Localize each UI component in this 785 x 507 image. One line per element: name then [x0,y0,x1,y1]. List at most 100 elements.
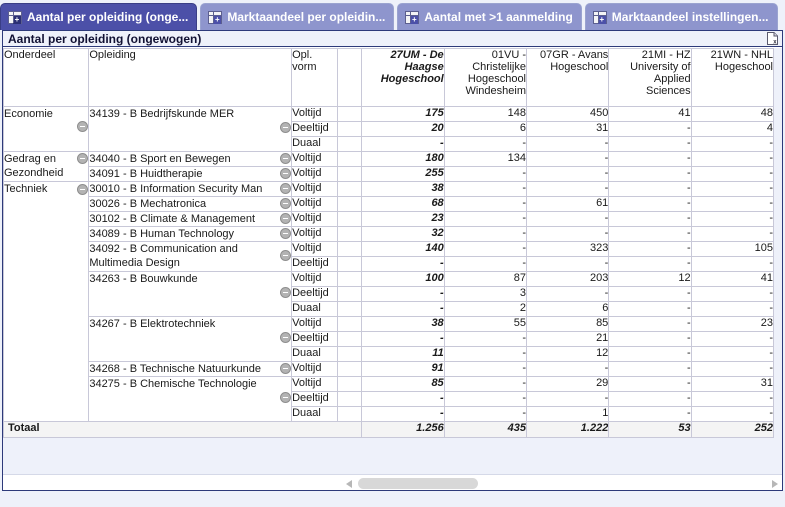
column-header-institution-3[interactable]: 21MI - HZ University of Applied Sciences [608,48,692,107]
tab-0[interactable]: + Aantal per opleiding (onge... [0,3,198,30]
collapse-minus-icon[interactable] [77,121,88,132]
total-value: 53 [608,421,692,438]
cell-value: - [608,391,692,407]
cell-opleiding: 30010 - B Information Security Man [88,181,293,197]
cell-value: - [443,391,528,407]
table-row: Techniek 30010 - B Information Security M… [3,181,775,422]
tab-label: Marktaandeel per opleidin... [227,10,386,24]
cell-value: - [690,361,775,377]
cell-value: 3 [443,286,528,302]
collapse-minus-icon[interactable] [280,287,291,298]
cell-spacer [337,406,363,422]
cell-spacer [337,331,363,347]
tab-3[interactable]: + Marktaandeel instellingen... [584,3,778,30]
arrow-left-icon[interactable] [346,479,352,488]
collapse-minus-icon[interactable] [280,363,291,374]
collapse-minus-icon[interactable] [77,153,88,164]
plus-badge-icon: + [410,14,419,24]
cell-value: 180 [361,151,445,167]
cell-value: - [361,391,445,407]
collapse-minus-icon[interactable] [280,228,291,239]
column-header-onderdeel[interactable]: Onderdeel [3,48,90,107]
cell-value: 11 [361,346,445,362]
cell-value: 140 [361,241,445,257]
table-row: Economie 34139 - B Bedrijfskunde MER Volti… [3,106,775,152]
total-label: Totaal [3,421,363,438]
table-body: Economie 34139 - B Bedrijfskunde MER Volti… [3,106,775,422]
column-header-institution-1[interactable]: 01VU - Christelijke Hogeschool Windeshei… [443,48,528,107]
collapse-minus-icon[interactable] [77,184,88,195]
cell-value: - [525,286,610,302]
cell-value: - [690,406,775,422]
cell-value: - [690,181,775,197]
opleiding-label: 34089 - B Human Technology [89,228,235,240]
cell-value: 31 [525,121,610,137]
cell-value: - [443,406,528,422]
export-document-icon[interactable]: x [767,32,778,46]
collapse-minus-icon[interactable] [280,392,291,403]
cell-value: - [690,346,775,362]
column-header-institution-0[interactable]: 27UM - De Haagse Hogeschool [361,48,445,107]
cell-value: - [690,166,775,182]
cell-value: 255 [361,166,445,182]
tab-1[interactable]: + Marktaandeel per opleidin... [200,3,395,30]
cell-opleiding: 34040 - B Sport en Bewegen [88,151,293,167]
collapse-minus-icon[interactable] [280,153,291,164]
cell-value: 6 [525,301,610,317]
cell-value: - [608,256,692,272]
tab-2[interactable]: + Aantal met >1 aanmelding [397,3,582,30]
arrow-right-icon[interactable] [772,479,778,488]
collapse-minus-icon[interactable] [280,183,291,194]
cell-value: - [608,286,692,302]
collapse-minus-icon[interactable] [280,122,291,133]
table-row: 34092 - B Communication and Multimedia D… [4,241,775,272]
tab-label: Marktaandeel instellingen... [611,10,769,24]
cell-value: - [525,391,610,407]
cell-value: 31 [690,376,775,392]
cell-value: - [608,376,692,392]
cell-value: 134 [443,151,528,167]
cell-value: - [361,406,445,422]
panel-title-bar: Aantal per opleiding (ongewogen) x [3,31,782,47]
cell-value: - [525,136,610,152]
collapse-minus-icon[interactable] [280,168,291,179]
scrollbar-thumb[interactable] [358,477,478,489]
collapse-minus-icon[interactable] [280,198,291,209]
cell-value: 2 [443,301,528,317]
opleiding-label: 34139 - B Bedrijfskunde MER [89,108,235,120]
opleiding-label: 30010 - B Information Security Man [89,183,263,195]
grid-plus-icon: + [208,10,223,24]
cell-value: 6 [443,121,528,137]
cell-opl-vorm: Voltijd [291,226,339,242]
column-header-institution-4[interactable]: 21WN - NHL Hogeschool [690,48,775,107]
cell-value: 32 [361,226,445,242]
cell-value: 21 [525,331,610,347]
cell-value: - [361,301,445,317]
cell-opl-vorm: Voltijd [291,151,339,167]
opleiding-label: 34275 - B Chemische Technologie [89,378,257,390]
cell-value: - [608,151,692,167]
column-header-opleiding[interactable]: Opleiding [88,48,293,107]
header-row: Onderdeel Opleiding Opl. vorm 27UM - De Haa… [3,48,775,107]
cell-opleiding: 34263 - B Bouwkunde [88,271,293,317]
column-header-opl-vorm[interactable]: Opl. vorm [291,48,339,107]
collapse-minus-icon[interactable] [280,250,291,261]
column-header-spacer [337,48,363,107]
column-header-institution-2[interactable]: 07GR - Avans Hogeschool [525,48,610,107]
grid-plus-icon: + [592,10,607,24]
collapse-minus-icon[interactable] [280,213,291,224]
cell-opl-vorm: Duaal [291,346,339,362]
opleiding-label: 30102 - B Climate & Management [89,213,256,225]
cell-opleiding: 34139 - B Bedrijfskunde MER [88,106,293,152]
grid-plus-icon: + [405,10,420,24]
grid-scroll-area[interactable]: Onderdeel Opleiding Opl. vorm 27UM - De Haa… [3,48,782,490]
collapse-minus-icon[interactable] [280,332,291,343]
cell-opl-vorm: Deeltijd [291,121,339,137]
table-row: 34268 - B Technische Natuurkunde Voltijd 9… [4,361,775,377]
report-panel: Aantal per opleiding (ongewogen) x Onder… [2,30,783,491]
horizontal-scrollbar[interactable] [3,474,782,490]
cell-value: - [690,331,775,347]
cell-opl-vorm: Voltijd [291,196,339,212]
grid-plus-icon: + [8,10,22,24]
cell-value: 12 [608,271,692,287]
